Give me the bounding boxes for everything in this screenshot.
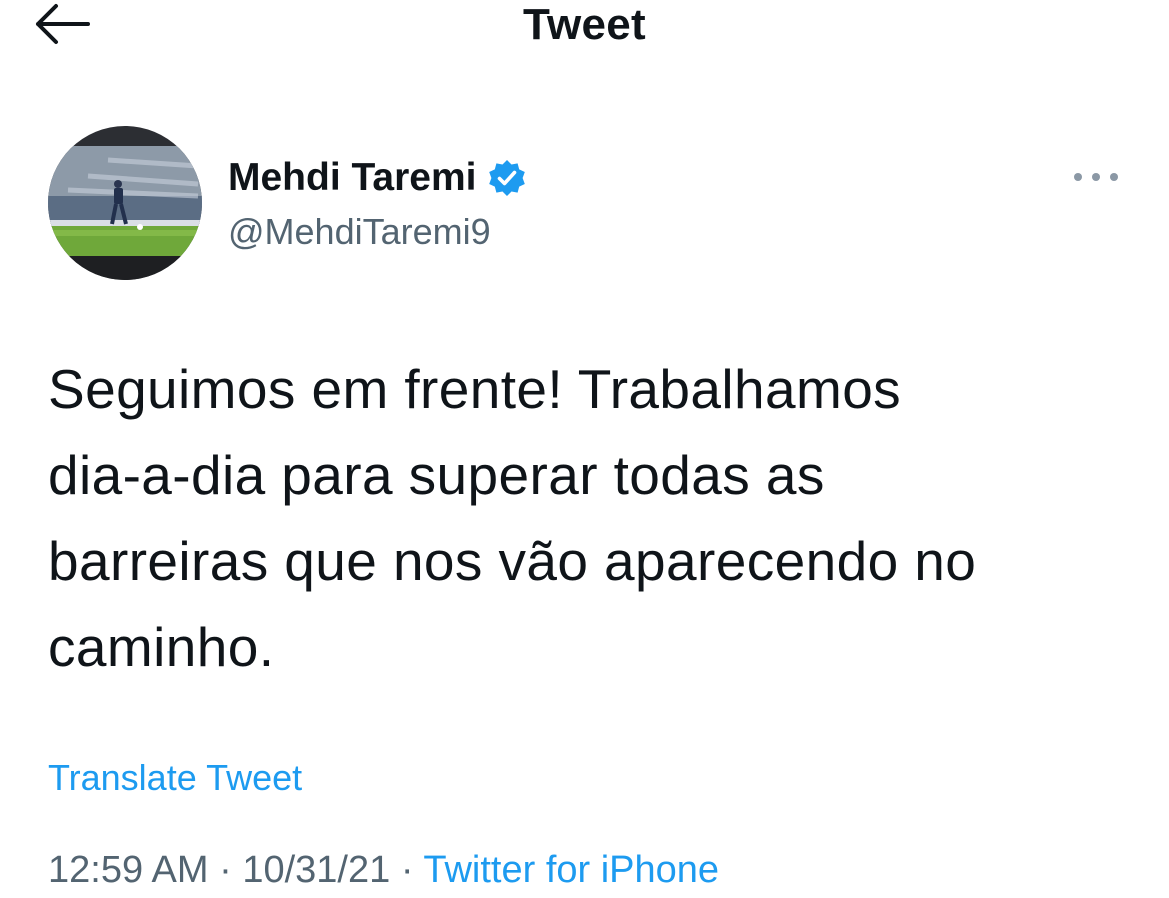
author-handle[interactable]: @MehdiTaremi9 (228, 208, 491, 256)
translate-tweet-link[interactable]: Translate Tweet (48, 752, 302, 804)
more-horizontal-icon (1074, 173, 1118, 181)
avatar[interactable] (48, 126, 202, 280)
meta-separator: · (400, 849, 414, 891)
author-name-row: Mehdi Taremi (228, 152, 527, 204)
tweet-time[interactable]: 12:59 AM (48, 849, 209, 891)
meta-separator: · (219, 849, 232, 891)
page-title: Tweet (523, 0, 646, 49)
profile-photo (48, 126, 202, 280)
top-bar: Tweet (0, 0, 1169, 60)
tweet-metadata: 12:59 AM · 10/31/21 · Twitter for iPhone (48, 842, 719, 898)
tweet-source-link[interactable]: Twitter for iPhone (423, 849, 719, 891)
more-options-button[interactable] (1068, 160, 1124, 194)
tweet-text: Seguimos em frente! Trabalhamos dia-a-di… (48, 358, 977, 678)
tweet-date[interactable]: 10/31/21 (242, 849, 390, 891)
verified-badge-icon (488, 160, 525, 196)
author-display-name[interactable]: Mehdi Taremi (228, 152, 477, 204)
